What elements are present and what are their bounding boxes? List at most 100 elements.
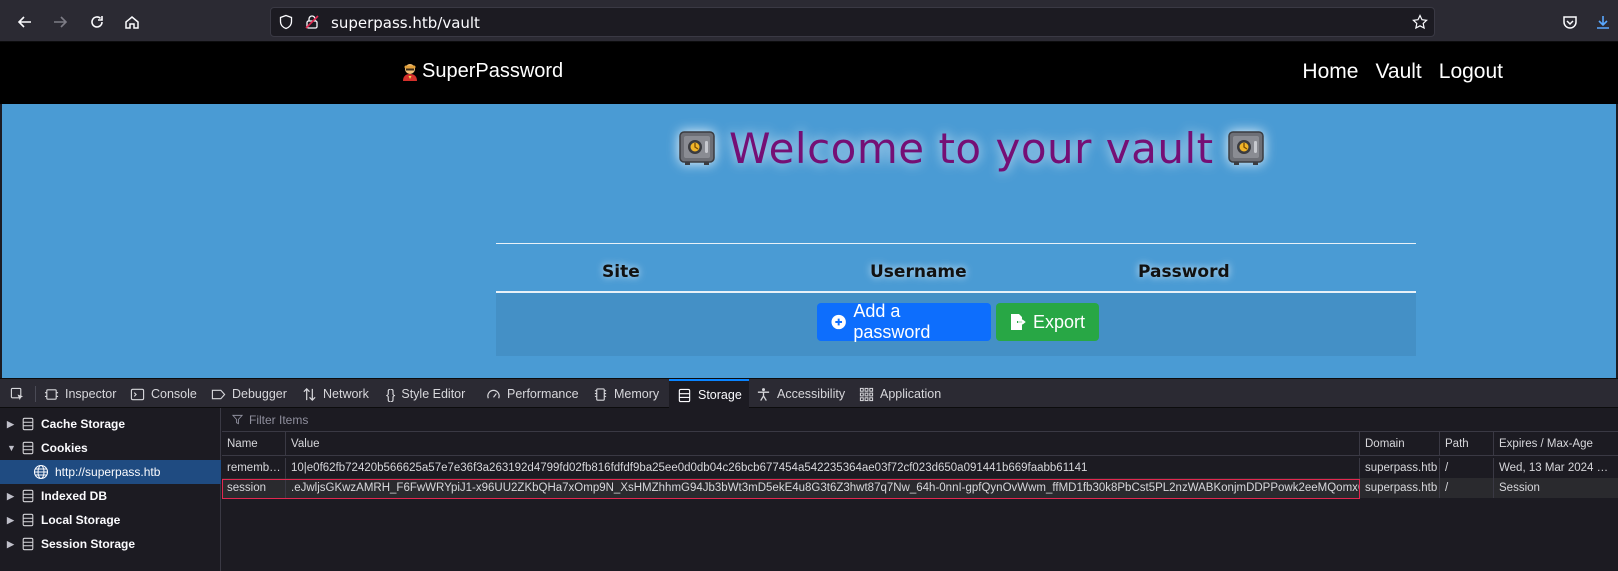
nav-logout-link[interactable]: Logout	[1439, 60, 1503, 84]
url-text: superpass.htb/vault	[331, 14, 480, 32]
column-header-site: Site	[602, 262, 640, 282]
nav-home-link[interactable]: Home	[1302, 60, 1358, 84]
vault-section: Welcome to your vault Site Username Pass…	[2, 104, 1616, 378]
storage-icon	[22, 489, 34, 503]
storage-icon	[678, 388, 691, 402]
home-icon	[125, 16, 139, 29]
downloads-button[interactable]	[1590, 9, 1616, 35]
table-top-border	[496, 243, 1416, 244]
cookie-expires: Wed, 13 Mar 2024 …	[1499, 462, 1609, 474]
tab-label: Memory	[614, 387, 660, 401]
column-header-username: Username	[870, 262, 967, 282]
cookie-value: 10|e0f62fb72420b566625a57e7e36f3a263192d…	[286, 458, 1360, 478]
cookie-path: /	[1440, 478, 1494, 498]
cookies-table-header: Name Value Domain Path Expires / Max-Age	[222, 432, 1618, 456]
tab-memory[interactable]: Memory	[593, 379, 659, 409]
tab-label: Application	[880, 387, 942, 401]
cookie-domain: superpass.htb	[1360, 458, 1440, 478]
back-button[interactable]	[12, 9, 38, 35]
table-row[interactable]: rememb… 10|e0f62fb72420b566625a57e7e36f3…	[222, 458, 1618, 478]
shield-icon	[278, 14, 294, 34]
tab-performance[interactable]: Performance	[486, 379, 579, 409]
expand-arrow-icon[interactable]: ▶	[7, 419, 17, 430]
filter-items-input[interactable]: Filter Items	[222, 408, 1618, 432]
vault-title: Welcome to your vault	[729, 123, 1214, 173]
tab-inspector[interactable]: Inspector	[44, 379, 116, 409]
debugger-icon	[211, 389, 226, 399]
site-brand[interactable]: SuperPassword	[400, 60, 563, 83]
site-nav-links: Home Vault Logout	[1302, 60, 1503, 84]
pocket-icon	[1563, 16, 1577, 29]
storage-sidebar: ▶ Cache Storage ▼ Cookies http://superpa…	[0, 408, 221, 571]
reload-button[interactable]	[84, 9, 110, 35]
accessibility-icon	[757, 387, 770, 401]
table-row[interactable]: session .eJwljsGKwzAMRH_F6FwWRYpiJ1-x96U…	[222, 478, 1618, 498]
home-button[interactable]	[119, 9, 145, 35]
tree-item-cache-storage[interactable]: ▶ Cache Storage	[0, 412, 221, 436]
vault-table: Site Username Password Add a password Ex…	[496, 243, 1416, 360]
tree-item-cookie-host[interactable]: http://superpass.htb	[0, 460, 221, 484]
pocket-button[interactable]	[1557, 9, 1583, 35]
element-picker-button[interactable]	[10, 379, 25, 409]
collapse-arrow-icon[interactable]: ▼	[7, 443, 17, 453]
tree-label: http://superpass.htb	[55, 465, 161, 479]
memory-chip-icon	[594, 387, 607, 401]
tab-label: Inspector	[65, 387, 117, 401]
cookie-domain: superpass.htb	[1360, 478, 1440, 498]
expand-arrow-icon[interactable]: ▶	[7, 515, 17, 526]
braces-icon: {}	[386, 386, 396, 402]
export-label: Export	[1032, 311, 1085, 332]
tab-console[interactable]: Console	[130, 379, 197, 409]
tree-item-cookies[interactable]: ▼ Cookies	[0, 436, 221, 460]
reload-icon	[91, 16, 103, 28]
column-header-path[interactable]: Path	[1440, 432, 1494, 455]
expand-arrow-icon[interactable]: ▶	[7, 491, 17, 502]
tab-style-editor[interactable]: {} Style Editor	[386, 379, 465, 409]
cookie-expires: Session	[1499, 482, 1540, 494]
tab-label: Style Editor	[401, 387, 466, 401]
url-bar[interactable]: superpass.htb/vault	[270, 7, 1435, 37]
nav-vault-link[interactable]: Vault	[1375, 60, 1421, 84]
superhero-logo-icon	[403, 63, 417, 81]
vault-actions-row: Add a password Export	[496, 293, 1416, 356]
tab-storage[interactable]: Storage	[669, 379, 749, 409]
column-header-value[interactable]: Value	[286, 432, 1360, 455]
bookmark-star-icon[interactable]	[1412, 14, 1428, 34]
tree-label: Session Storage	[41, 537, 136, 551]
tab-application[interactable]: Application	[859, 379, 941, 409]
tab-label: Accessibility	[777, 387, 846, 401]
storage-icon	[22, 417, 34, 431]
insecure-lock-icon	[304, 14, 320, 34]
tree-label: Cache Storage	[41, 417, 126, 431]
tab-label: Debugger	[232, 387, 287, 401]
column-header-expires[interactable]: Expires / Max-Age	[1494, 432, 1618, 455]
tree-item-indexed-db[interactable]: ▶ Indexed DB	[0, 484, 221, 508]
download-icon	[1597, 16, 1609, 29]
tab-label: Storage	[698, 388, 742, 402]
tree-label: Cookies	[41, 441, 88, 455]
tree-item-local-storage[interactable]: ▶ Local Storage	[0, 508, 221, 532]
tab-label: Performance	[507, 387, 579, 401]
forward-button[interactable]	[47, 9, 73, 35]
column-header-name[interactable]: Name	[222, 432, 286, 455]
browser-toolbar: superpass.htb/vault	[0, 0, 1618, 42]
tab-network[interactable]: Network	[302, 379, 369, 409]
safe-icon	[679, 131, 715, 165]
site-navbar: SuperPassword Home Vault Logout	[0, 42, 1618, 104]
filter-icon	[232, 414, 243, 425]
filter-placeholder: Filter Items	[249, 412, 309, 427]
storage-icon	[22, 537, 34, 551]
grid-icon	[859, 387, 874, 401]
toolbar-separator	[35, 386, 36, 402]
brand-label: SuperPassword	[422, 60, 564, 82]
add-password-button[interactable]: Add a password	[817, 301, 991, 342]
plus-circle-icon	[831, 314, 846, 330]
expand-arrow-icon[interactable]: ▶	[7, 539, 17, 550]
network-icon	[303, 387, 316, 401]
column-header-domain[interactable]: Domain	[1360, 432, 1440, 455]
storage-icon	[22, 513, 34, 527]
tree-item-session-storage[interactable]: ▶ Session Storage	[0, 532, 221, 556]
export-button[interactable]: Export	[996, 303, 1099, 341]
tab-debugger[interactable]: Debugger	[211, 379, 287, 409]
tab-accessibility[interactable]: Accessibility	[756, 379, 845, 409]
